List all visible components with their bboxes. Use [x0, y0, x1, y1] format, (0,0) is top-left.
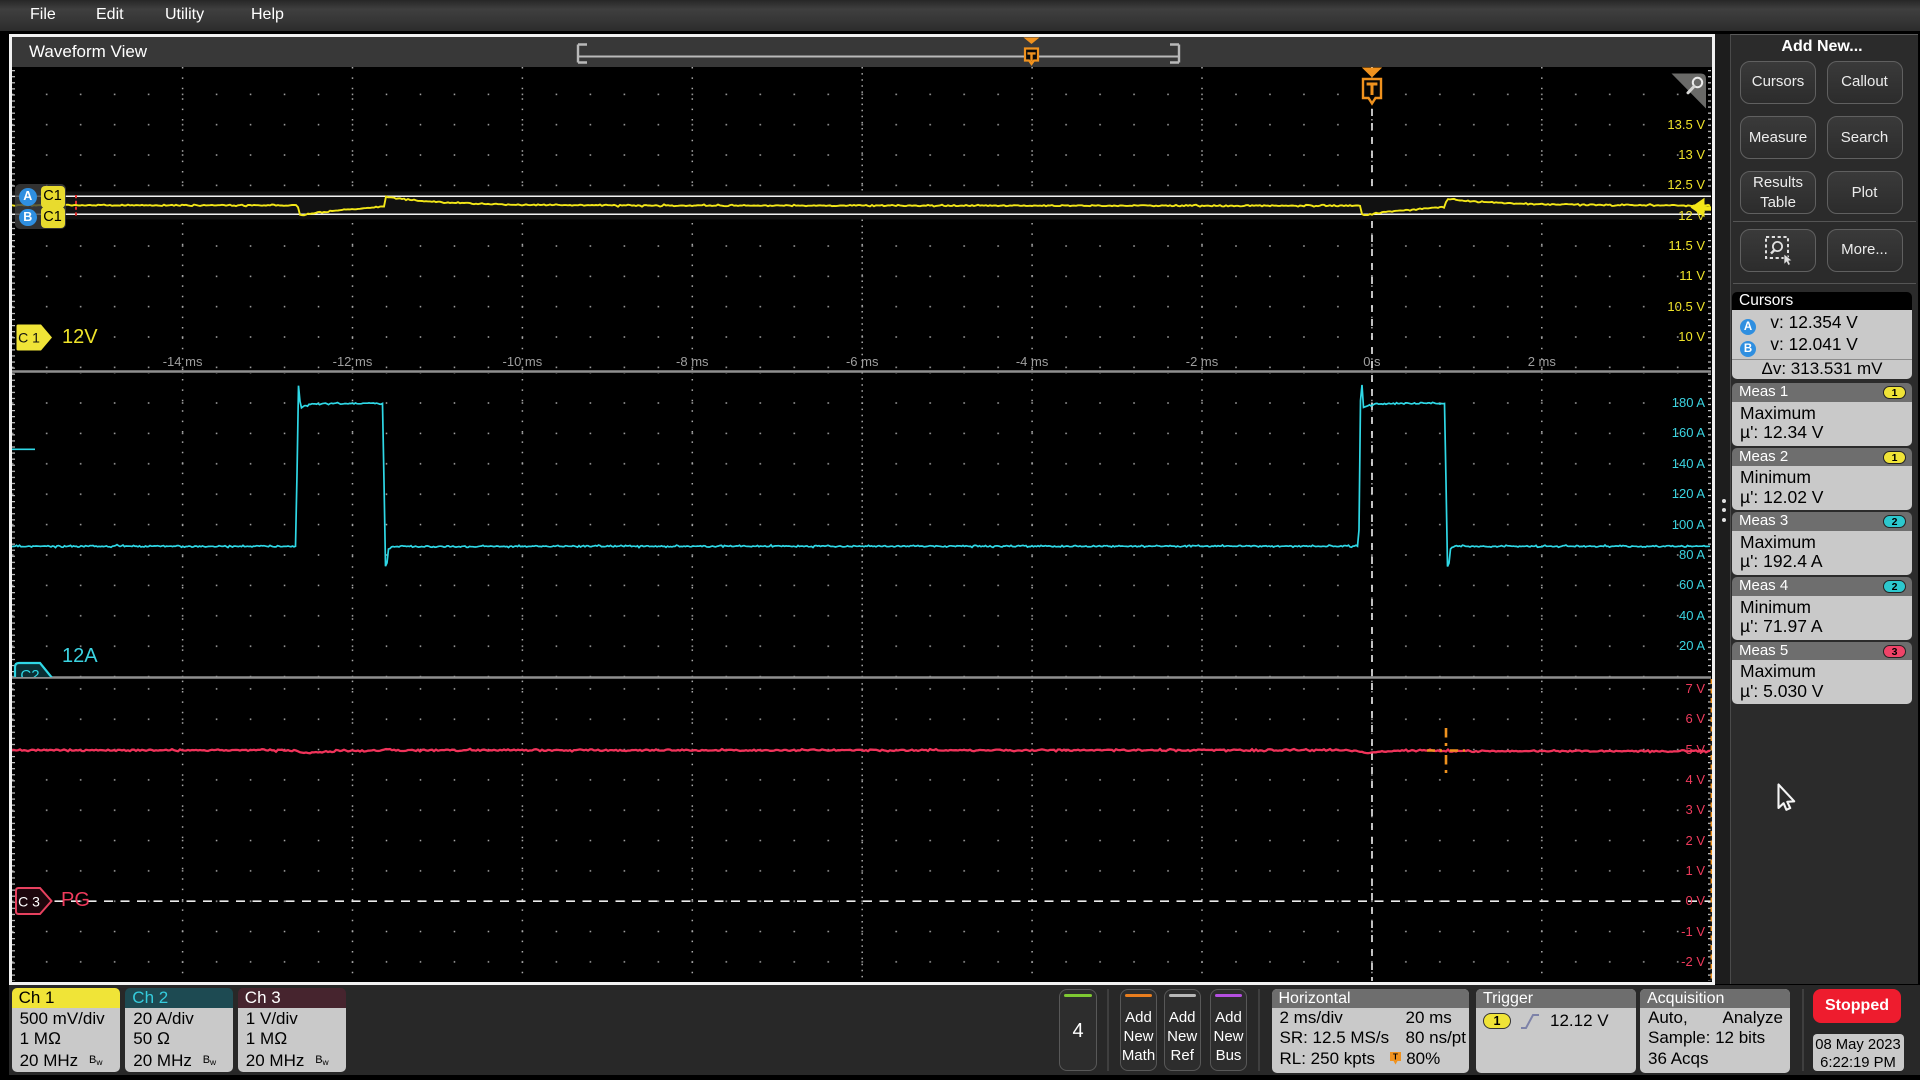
svg-text:T: T — [1393, 1053, 1398, 1062]
svg-text:C 1: C 1 — [18, 330, 40, 346]
svg-text:C2: C2 — [20, 667, 39, 677]
svg-text:C 3: C 3 — [18, 894, 40, 910]
